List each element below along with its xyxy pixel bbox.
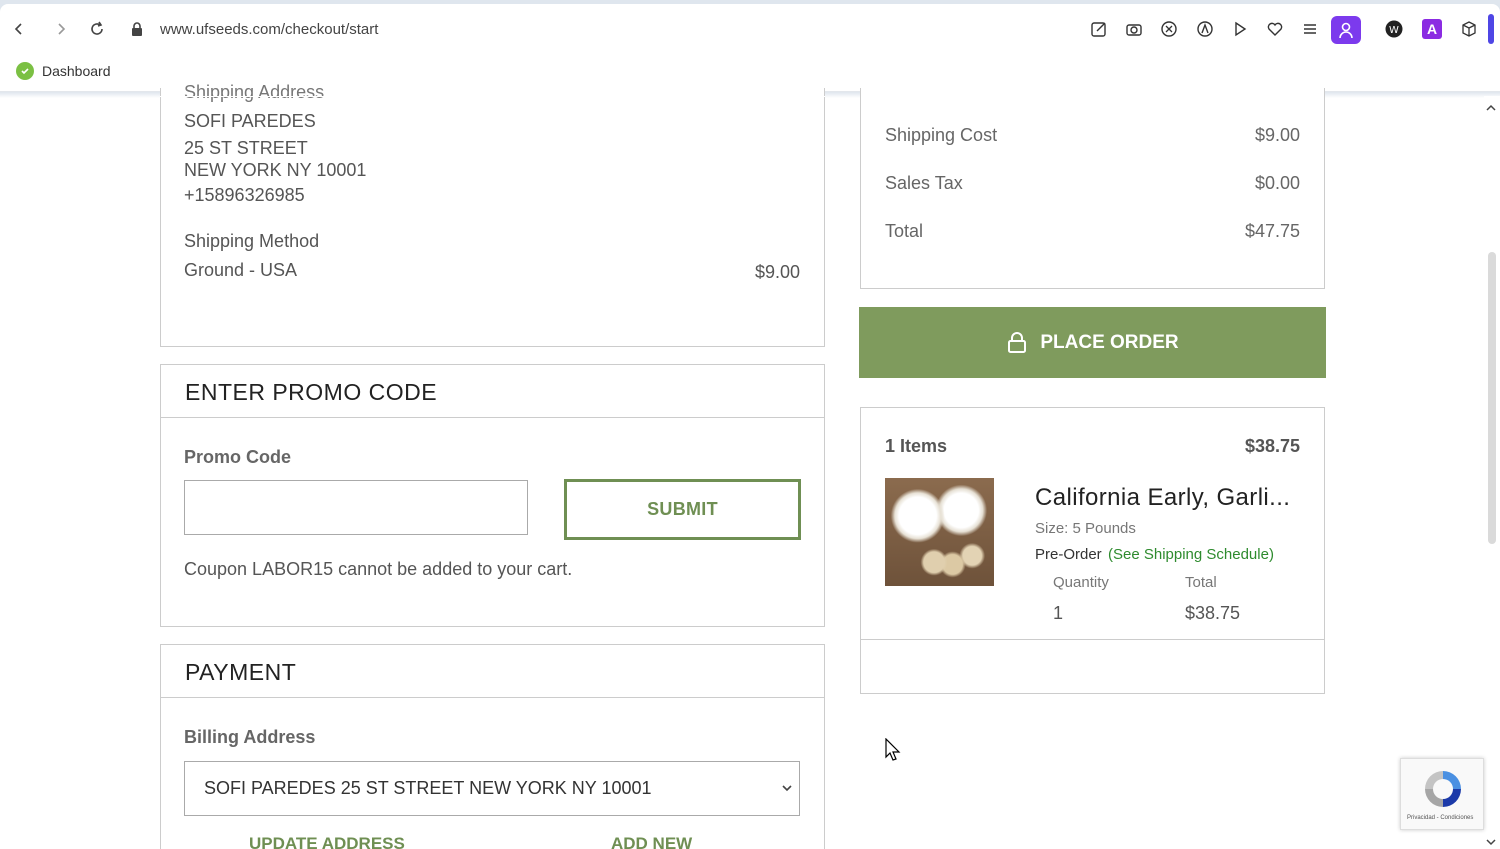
add-new-link[interactable]: ADD NEW	[611, 834, 692, 849]
shipping-city: NEW YORK NY 10001	[184, 160, 367, 180]
profile-icon[interactable]	[1331, 16, 1361, 44]
cart-divider	[861, 639, 1324, 640]
summary-shipping-label: Shipping Cost	[885, 125, 998, 145]
chevron-down-icon	[782, 785, 792, 792]
summary-tax-value: $0.00	[1254, 173, 1300, 193]
forward-icon[interactable]	[52, 20, 70, 38]
shipping-street: 25 ST STREET	[184, 138, 308, 158]
scrollbar-thumb[interactable]	[1488, 252, 1496, 544]
line-total-label: Total	[1185, 574, 1217, 591]
heart-icon[interactable]	[1265, 19, 1285, 39]
summary-total-value: $47.75	[1244, 221, 1300, 241]
product-name[interactable]: California Early, Garli...	[1035, 484, 1290, 512]
cube-icon[interactable]	[1459, 19, 1479, 39]
lock-icon[interactable]	[128, 20, 146, 38]
browser-toolbar: www.ufseeds.com/checkout/start W A	[0, 0, 1500, 52]
promo-label: Promo Code	[184, 447, 292, 467]
cart-card: 1 Items $38.75 California Early, Garli..…	[860, 407, 1325, 694]
shipping-schedule-link[interactable]: (See Shipping Schedule)	[1108, 546, 1274, 563]
recaptcha-badge[interactable]: Privacidad - Condiciones	[1400, 758, 1484, 830]
billing-address-select[interactable]: SOFI PAREDES 25 ST STREET NEW YORK NY 10…	[184, 761, 800, 816]
translate-icon[interactable]	[1195, 19, 1215, 39]
payment-header: PAYMENT	[161, 645, 824, 698]
update-address-link[interactable]: UPDATE ADDRESS	[249, 834, 405, 849]
recaptcha-icon	[1421, 767, 1465, 816]
shipping-method-price: $9.00	[754, 262, 800, 282]
product-size: Size: 5 Pounds	[1035, 520, 1136, 537]
dashboard-bookmark-icon	[16, 62, 34, 80]
browser-toolbar-inner: www.ufseeds.com/checkout/start W A	[0, 4, 1500, 52]
order-summary-card: Shipping Cost $9.00 Sales Tax $0.00 Tota…	[860, 88, 1325, 289]
shield-icon[interactable]	[1159, 19, 1179, 39]
sidebar-toggle[interactable]	[1488, 14, 1494, 44]
summary-tax-label: Sales Tax	[885, 173, 963, 193]
extension-a-label: A	[1426, 21, 1438, 37]
shipping-heading-partial: Shipping Address	[184, 82, 325, 102]
line-total-value: $38.75	[1185, 603, 1241, 623]
svg-text:W: W	[1389, 25, 1399, 36]
product-image[interactable]	[885, 478, 994, 586]
promo-title: ENTER PROMO CODE	[185, 379, 438, 405]
lock-icon	[1006, 331, 1028, 354]
shipping-name: SOFI PAREDES	[184, 111, 316, 131]
payment-title: PAYMENT	[185, 659, 297, 685]
camera-icon[interactable]	[1124, 19, 1144, 39]
promo-code-input[interactable]	[184, 480, 528, 535]
bookmark-dashboard[interactable]: Dashboard	[42, 63, 111, 79]
payment-card: PAYMENT Billing Address SOFI PAREDES 25 …	[160, 644, 825, 849]
quantity-label: Quantity	[1053, 574, 1109, 591]
billing-label: Billing Address	[184, 727, 316, 747]
product-preorder: Pre-Order	[1035, 546, 1102, 563]
reload-icon[interactable]	[88, 20, 106, 38]
quantity-value: 1	[1053, 603, 1064, 623]
shipping-method: Ground - USA	[184, 260, 298, 280]
billing-selected-value: SOFI PAREDES 25 ST STREET NEW YORK NY 10…	[204, 778, 652, 798]
cart-items-count: 1 Items	[885, 436, 948, 456]
scroll-up-icon[interactable]	[1486, 99, 1496, 117]
recaptcha-terms[interactable]: Privacidad - Condiciones	[1407, 815, 1473, 821]
promo-card: ENTER PROMO CODE Promo Code SUBMIT Coupo…	[160, 364, 825, 627]
cart-items-total: $38.75	[1244, 436, 1300, 456]
summary-shipping-value: $9.00	[1254, 125, 1300, 145]
shipping-method-label: Shipping Method	[184, 231, 320, 251]
promo-error-message: Coupon LABOR15 cannot be added to your c…	[184, 559, 573, 579]
back-icon[interactable]	[10, 20, 28, 38]
place-order-button[interactable]: PLACE ORDER	[859, 307, 1326, 378]
extension-a-icon[interactable]: A	[1422, 19, 1442, 39]
mouse-cursor-icon	[885, 737, 901, 767]
shipping-card: Shipping Address SOFI PAREDES 25 ST STRE…	[160, 82, 825, 347]
shipping-card-cut	[160, 96, 825, 97]
play-icon[interactable]	[1230, 19, 1250, 39]
shipping-phone: +15896326985	[184, 185, 305, 205]
promo-header: ENTER PROMO CODE	[161, 365, 824, 418]
menu-list-icon[interactable]	[1300, 19, 1320, 39]
place-order-label: PLACE ORDER	[1040, 331, 1179, 353]
promo-submit-button[interactable]: SUBMIT	[564, 479, 801, 540]
edit-icon[interactable]	[1089, 19, 1109, 39]
extension-w-icon[interactable]: W	[1384, 19, 1404, 39]
summary-total-label: Total	[885, 221, 924, 241]
scroll-down-icon[interactable]	[1486, 833, 1496, 849]
address-bar[interactable]: www.ufseeds.com/checkout/start	[160, 21, 378, 38]
